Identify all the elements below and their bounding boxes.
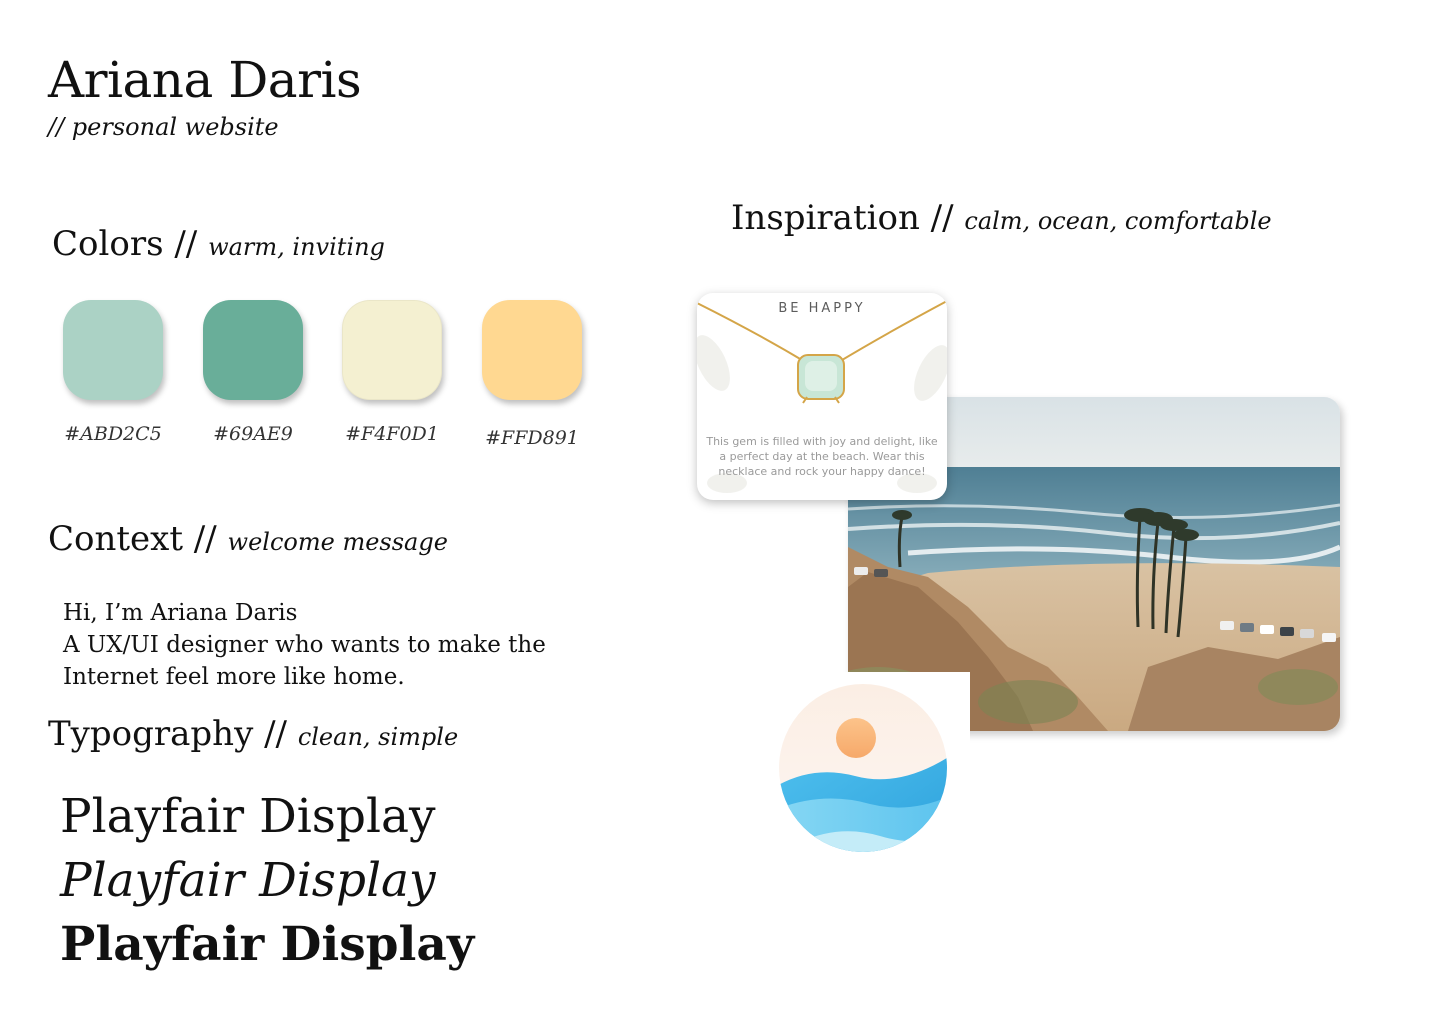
context-heading-label: Context //	[48, 519, 217, 559]
inspiration-heading-label: Inspiration //	[731, 198, 954, 238]
logo-frame	[760, 672, 970, 872]
color-swatch-yellow	[482, 300, 582, 400]
colors-heading: Colors // warm, inviting	[52, 222, 385, 269]
colors-heading-label: Colors //	[52, 224, 198, 264]
hex-label: #FFD891	[485, 427, 579, 449]
typeface-sample-italic: Playfair Display	[60, 853, 436, 908]
welcome-line: A UX/UI designer who wants to make the	[63, 632, 546, 658]
welcome-line: Internet feel more like home.	[63, 664, 405, 690]
colors-descriptor: warm, inviting	[208, 233, 385, 261]
site-subtitle: // personal website	[48, 113, 279, 141]
site-title: Ariana Daris	[48, 51, 362, 109]
color-swatch-teal	[203, 300, 303, 400]
hex-label: #69AE9	[213, 423, 293, 445]
context-descriptor: welcome message	[227, 528, 448, 556]
welcome-line: Hi, I’m Ariana Daris	[63, 600, 298, 626]
context-heading: Context // welcome message	[48, 517, 448, 564]
color-swatch-cream	[342, 300, 442, 400]
necklace-card-text: This gem is filled with joy and delight,…	[706, 435, 938, 478]
hex-label: #F4F0D1	[345, 423, 439, 445]
typeface-sample-regular: Playfair Display	[60, 789, 436, 844]
sun-wave-logo-icon	[779, 684, 947, 852]
typography-heading: Typography // clean, simple	[48, 712, 458, 759]
color-swatch-mint	[63, 300, 163, 400]
typography-heading-label: Typography //	[48, 714, 287, 754]
typography-descriptor: clean, simple	[297, 723, 459, 751]
inspiration-descriptor: calm, ocean, comfortable	[964, 207, 1272, 235]
hex-label: #ABD2C5	[64, 423, 162, 445]
welcome-message: Hi, I’m Ariana Daris A UX/UI designer wh…	[63, 597, 546, 693]
typeface-sample-bold: Playfair Display	[60, 917, 475, 972]
inspiration-heading: Inspiration // calm, ocean, comfortable	[731, 196, 1272, 243]
necklace-card: BE HAPPY This gem is filled with joy and…	[697, 293, 947, 500]
